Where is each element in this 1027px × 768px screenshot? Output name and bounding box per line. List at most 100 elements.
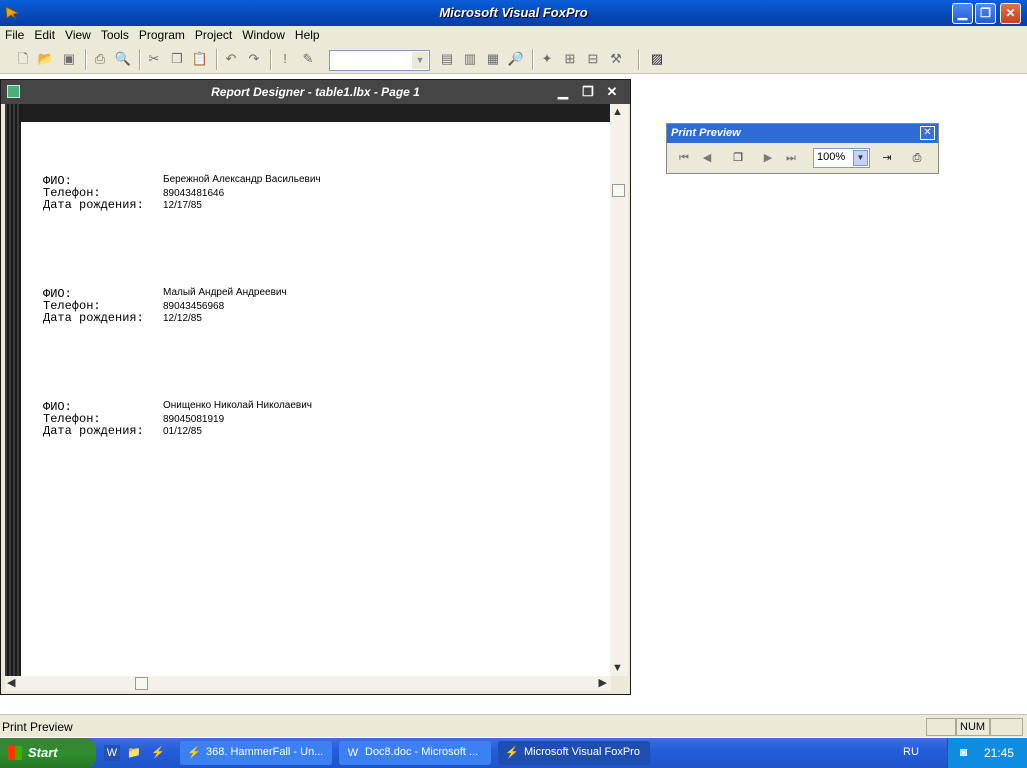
menu-bar: File Edit View Tools Program Project Window Hel… (0, 26, 1027, 45)
multi-page-icon[interactable]: ❐ (729, 149, 747, 167)
tray-app-icon[interactable]: ◙ (960, 745, 967, 759)
main-title-bar: Microsoft Visual FoxPro ▁ ❐ ✕ (0, 0, 1027, 26)
print-icon[interactable]: ⎙ (91, 50, 109, 68)
phone-value: 89045081919 (163, 414, 225, 425)
scroll-right-icon[interactable]: ▶ (599, 676, 607, 689)
undo-icon[interactable]: ↶ (222, 50, 240, 68)
fio-value: Малый Андрей Андреевич (163, 287, 287, 298)
open-icon[interactable]: 📂 (37, 50, 55, 68)
modify-icon[interactable]: ✎ (299, 50, 317, 68)
system-tray: ◙ 21:45 (947, 738, 1027, 768)
windows-logo-icon (8, 746, 22, 760)
print-preview-close-icon[interactable]: ✕ (920, 126, 935, 140)
tools-icon[interactable]: ⚒ (607, 50, 625, 68)
status-text: Print Preview (2, 720, 73, 734)
menu-view[interactable]: View (60, 26, 96, 44)
window-icon[interactable]: ▨ (648, 50, 666, 68)
last-page-icon[interactable]: ⏭ (782, 149, 800, 167)
prev-page-icon[interactable]: ◀ (698, 149, 716, 167)
task-hammerfall[interactable]: ⚡ 368. HammerFall - Un... (180, 741, 332, 765)
query-icon[interactable]: 🔎 (507, 50, 525, 68)
menu-program[interactable]: Program (134, 26, 190, 44)
toolbar-separator (139, 49, 141, 70)
vertical-scrollbar[interactable]: ▲ ▼ (610, 104, 628, 676)
phone-value: 89043456968 (163, 301, 225, 312)
new-icon[interactable]: 🗋 (14, 50, 32, 68)
toolbar-separator (216, 49, 218, 70)
menu-file[interactable]: File (0, 26, 29, 44)
report-canvas: ФИО: Бережной Александр Васильевич Телеф… (5, 104, 611, 676)
paste-icon[interactable]: 📋 (191, 50, 209, 68)
horizontal-scrollbar[interactable]: ◀ ▶ (5, 676, 611, 691)
copy-icon[interactable]: ❐ (168, 50, 186, 68)
menu-help[interactable]: Help (290, 26, 325, 44)
print-preview-icon[interactable]: 🔍 (114, 50, 132, 68)
dob-value: 12/17/85 (163, 200, 202, 211)
taskbar: Start W 📁 ⚡ ⚡ 368. HammerFall - Un... W Do… (0, 738, 1027, 768)
foxpro-quicklaunch-icon[interactable]: ⚡ (150, 745, 166, 761)
save-icon[interactable]: ▣ (60, 50, 78, 68)
menu-tools[interactable]: Tools (96, 26, 134, 44)
wizard-icon[interactable]: ✦ (538, 50, 556, 68)
top-band (21, 104, 611, 122)
start-button[interactable]: Start (0, 738, 96, 768)
word-icon[interactable]: W (104, 745, 120, 761)
next-page-icon[interactable]: ▶ (759, 149, 777, 167)
task-foxpro[interactable]: ⚡ Microsoft Visual FoxPro (498, 741, 650, 765)
scroll-down-icon[interactable]: ▼ (612, 662, 623, 674)
chevron-down-icon[interactable]: ▼ (412, 52, 428, 69)
close-button[interactable]: ✕ (1000, 3, 1021, 24)
edit-icon[interactable]: ⊟ (584, 50, 602, 68)
first-page-icon[interactable]: ⏮ (675, 149, 693, 167)
rd-close-button[interactable]: ✕ (602, 84, 622, 102)
vertical-scroll-thumb[interactable] (612, 184, 625, 197)
menu-window[interactable]: Window (237, 26, 290, 44)
task-word-doc[interactable]: W Doc8.doc - Microsoft ... (339, 741, 491, 765)
folder-icon[interactable]: 📁 (126, 745, 142, 761)
zoom-select[interactable]: 100% ▼ (813, 148, 870, 168)
toolbar-combobox[interactable]: ▼ (329, 50, 430, 71)
print-preview-toolbar: Print Preview ✕ ⏮ ◀ ❐ ▶ ⏭ 100% ▼ ⇥ ⎙ (666, 123, 939, 174)
menu-project[interactable]: Project (190, 26, 237, 44)
task-label: Doc8.doc - Microsoft ... (365, 746, 479, 758)
horizontal-scroll-thumb[interactable] (135, 677, 148, 690)
label-icon[interactable]: ▦ (484, 50, 502, 68)
cut-icon[interactable]: ✂ (145, 50, 163, 68)
phone-value: 89043481646 (163, 188, 225, 199)
start-label: Start (28, 745, 58, 760)
report-icon[interactable]: ▥ (461, 50, 479, 68)
dob-value: 12/12/85 (163, 313, 202, 324)
left-band (5, 104, 21, 676)
clock: 21:45 (984, 746, 1015, 760)
report-designer-title-bar: Report Designer - table1.lbx - Page 1 ▁ … (1, 80, 630, 104)
status-bar: Print Preview NUM (0, 714, 1027, 737)
close-preview-icon[interactable]: ⇥ (878, 149, 896, 167)
maximize-button[interactable]: ❐ (975, 3, 996, 24)
report-page: ФИО: Бережной Александр Васильевич Телеф… (21, 122, 611, 676)
form-icon[interactable]: ▤ (438, 50, 456, 68)
toolbar-separator (85, 49, 87, 70)
print-preview-title: Print Preview (667, 124, 938, 143)
word-doc-icon: W (347, 747, 359, 759)
fio-value: Бережной Александр Васильевич (163, 174, 321, 185)
report-designer-title: Report Designer - table1.lbx - Page 1 (211, 85, 420, 99)
app-title: Microsoft Visual FoxPro (439, 5, 588, 20)
dob-label: Дата рождения: (43, 311, 144, 325)
minimize-button[interactable]: ▁ (952, 3, 973, 24)
menu-edit[interactable]: Edit (29, 26, 60, 44)
redo-icon[interactable]: ↷ (245, 50, 263, 68)
zoom-value: 100% (817, 151, 846, 163)
rd-maximize-button[interactable]: ❐ (578, 84, 598, 102)
dob-value: 01/12/85 (163, 426, 202, 437)
dob-label: Дата рождения: (43, 424, 144, 438)
language-indicator[interactable]: RU (903, 746, 919, 758)
run-icon[interactable]: ! (276, 50, 294, 68)
standard-toolbar: 🗋 📂 ▣ ⎙ 🔍 ✂ ❐ 📋 ↶ ↷ ! ✎ ▤ ▥ ▦ 🔎 ✦ ⊞ ⊟ ⚒ … (0, 45, 1027, 74)
scroll-up-icon[interactable]: ▲ (612, 106, 623, 118)
printer-icon[interactable]: ⎙ (908, 149, 926, 167)
builder-icon[interactable]: ⊞ (561, 50, 579, 68)
status-box-empty (990, 718, 1023, 736)
rd-minimize-button[interactable]: ▁ (553, 84, 573, 102)
chevron-down-icon[interactable]: ▼ (853, 150, 868, 166)
scroll-left-icon[interactable]: ◀ (7, 676, 15, 689)
